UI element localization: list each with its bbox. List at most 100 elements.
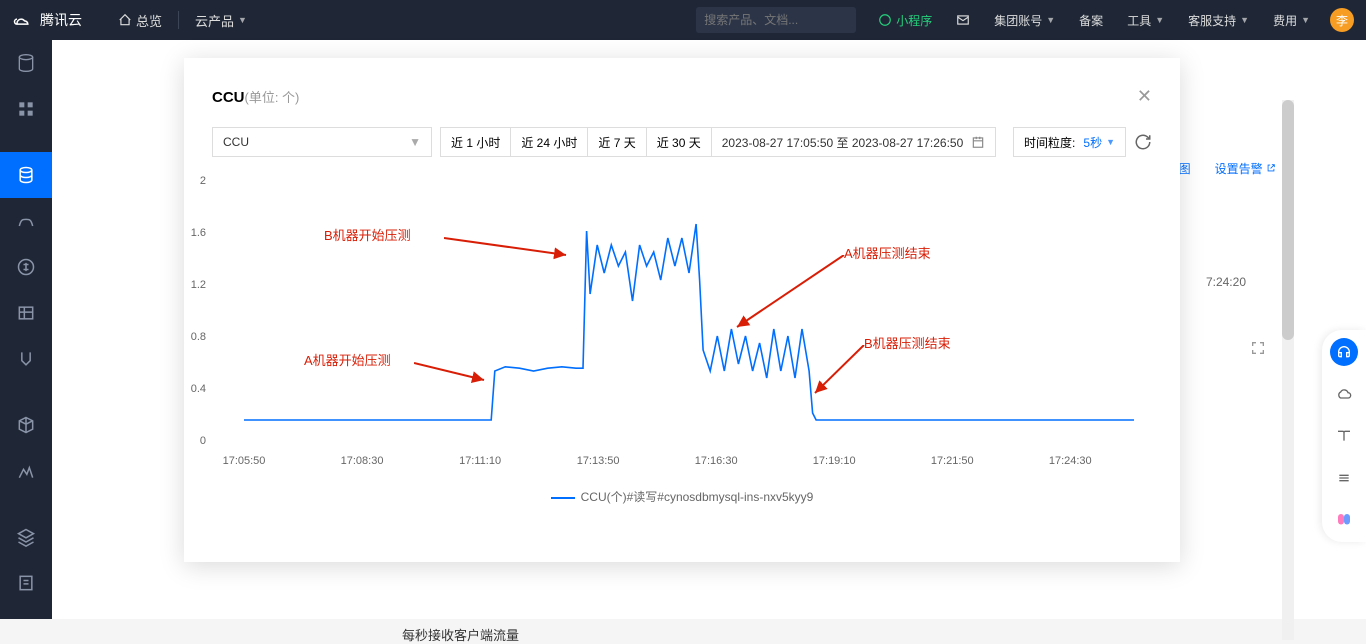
ccu-modal: CCU(单位: 个) ✕ CCU ▼ 近 1 小时 近 24 小时 近 7 天 … xyxy=(184,58,1180,562)
link-alarm-label: 设置告警 xyxy=(1215,162,1263,176)
legend-line-icon xyxy=(551,497,575,499)
range-24h[interactable]: 近 24 小时 xyxy=(511,128,588,156)
link-chart[interactable]: 图 xyxy=(1179,160,1191,177)
beian-label: 备案 xyxy=(1079,12,1103,29)
chart-plot xyxy=(244,175,1134,455)
search-box[interactable] xyxy=(696,7,856,33)
close-button[interactable]: ✕ xyxy=(1137,86,1152,107)
account-label: 集团账号 xyxy=(994,12,1042,29)
granularity-label: 时间粒度: xyxy=(1024,134,1075,151)
sidebar-layers-icon[interactable] xyxy=(0,514,52,560)
miniapp-icon xyxy=(878,13,892,27)
range-1h[interactable]: 近 1 小时 xyxy=(441,128,511,156)
chevron-down-icon: ▼ xyxy=(1301,15,1310,25)
x-tick: 17:16:30 xyxy=(695,455,738,467)
nav-products-label: 云产品 xyxy=(195,11,234,30)
sidebar-log-icon[interactable] xyxy=(0,560,52,606)
modal-title-main: CCU xyxy=(212,89,245,106)
range-button-group: 近 1 小时 近 24 小时 近 7 天 近 30 天 xyxy=(440,127,712,157)
sidebar-instance-icon[interactable] xyxy=(0,152,52,198)
y-tick: 0.8 xyxy=(191,331,206,343)
help-headset-icon[interactable] xyxy=(1330,338,1358,366)
y-tick: 0 xyxy=(200,435,206,447)
cloud-icon[interactable] xyxy=(1330,380,1358,408)
sidebar-db-icon[interactable] xyxy=(0,40,52,86)
modal-header: CCU(单位: 个) ✕ xyxy=(184,58,1180,115)
y-tick: 1.6 xyxy=(191,227,206,239)
support-link[interactable]: 客服支持 ▼ xyxy=(1178,12,1259,29)
external-link-icon xyxy=(1266,163,1276,173)
nav-overview-label: 总览 xyxy=(136,11,162,30)
range-30d[interactable]: 近 30 天 xyxy=(647,128,711,156)
tools-label: 工具 xyxy=(1127,12,1151,29)
nav-products[interactable]: 云产品 ▼ xyxy=(195,11,247,30)
tools-link[interactable]: 工具 ▼ xyxy=(1117,12,1174,29)
cost-label: 费用 xyxy=(1273,12,1297,29)
chevron-down-icon: ▼ xyxy=(409,135,421,149)
x-tick: 17:11:10 xyxy=(459,455,501,467)
granularity-value: 5秒 xyxy=(1083,134,1102,151)
chart-legend: CCU(个)#读写#cynosdbmysql-ins-nxv5kyy9 xyxy=(184,488,1180,505)
bg-row2-label: 每秒接收客户端流量 xyxy=(402,625,519,644)
brand-label: 腾讯云 xyxy=(40,10,82,30)
search-input[interactable] xyxy=(704,13,859,27)
refresh-icon[interactable] xyxy=(1134,133,1152,151)
chart-area: 2 1.6 1.2 0.8 0.4 0 17:05:50 17:08:30 17… xyxy=(184,165,1180,533)
sidebar-billing-icon[interactable] xyxy=(0,244,52,290)
chevron-down-icon: ▼ xyxy=(238,15,247,25)
sidebar-serverless-icon[interactable] xyxy=(0,198,52,244)
scrollbar-thumb[interactable] xyxy=(1282,100,1294,340)
mail-link[interactable] xyxy=(946,13,980,27)
metric-select-value: CCU xyxy=(223,135,249,149)
date-range-display[interactable]: 2023-08-27 17:05:50 至 2023-08-27 17:26:5… xyxy=(712,127,997,157)
legend-label: CCU(个)#读写#cynosdbmysql-ins-nxv5kyy9 xyxy=(581,490,814,504)
miniapp-link[interactable]: 小程序 xyxy=(868,12,942,29)
sidebar-perf-icon[interactable] xyxy=(0,448,52,494)
annot-b-start: B机器开始压测 xyxy=(324,225,411,244)
annot-b-end: B机器压测结束 xyxy=(864,333,951,352)
granularity-select[interactable]: 5秒 ▼ xyxy=(1083,134,1115,151)
timestamp-fragment: 7:24:20 xyxy=(1206,275,1246,289)
x-tick: 17:21:50 xyxy=(931,455,974,467)
date-range-text: 2023-08-27 17:05:50 至 2023-08-27 17:26:5… xyxy=(722,134,964,151)
nav-separator xyxy=(178,11,179,29)
account-link[interactable]: 集团账号▼ xyxy=(984,12,1065,29)
sidebar-table-icon[interactable] xyxy=(0,290,52,336)
book-icon[interactable] xyxy=(1330,422,1358,450)
cost-link[interactable]: 费用 ▼ xyxy=(1263,12,1320,29)
sidebar-sep xyxy=(0,132,52,152)
granularity-box: 时间粒度: 5秒 ▼ xyxy=(1013,127,1126,157)
miniapp-label: 小程序 xyxy=(896,12,932,29)
sidebar-cube-icon[interactable] xyxy=(0,402,52,448)
brain-icon[interactable] xyxy=(1330,506,1358,534)
x-tick: 17:05:50 xyxy=(223,455,266,467)
right-float-bar xyxy=(1322,330,1366,542)
annot-a-end: A机器压测结束 xyxy=(844,243,931,262)
x-tick: 17:08:30 xyxy=(341,455,384,467)
right-links: 图 设置告警 xyxy=(1179,160,1276,177)
avatar[interactable]: 李 xyxy=(1330,8,1354,32)
fullscreen-icon[interactable] xyxy=(1250,340,1266,361)
sidebar-grid-icon[interactable] xyxy=(0,86,52,132)
arrow-icon xyxy=(444,230,574,260)
x-tick: 17:13:50 xyxy=(577,455,620,467)
sidebar-migrate-icon[interactable] xyxy=(0,336,52,382)
sidebar-sep xyxy=(0,382,52,402)
calendar-icon xyxy=(971,135,985,149)
arrow-icon xyxy=(414,355,494,385)
metric-select[interactable]: CCU ▼ xyxy=(212,127,432,157)
y-tick: 2 xyxy=(200,175,206,187)
range-7d[interactable]: 近 7 天 xyxy=(588,128,646,156)
chevron-down-icon: ▼ xyxy=(1106,137,1115,147)
chevron-down-icon: ▼ xyxy=(1155,15,1164,25)
nav-overview[interactable]: 总览 xyxy=(118,11,162,30)
modal-title-unit: (单位: 个) xyxy=(245,90,300,105)
scrollbar-track[interactable] xyxy=(1282,100,1294,640)
menu-icon[interactable] xyxy=(1330,464,1358,492)
chevron-down-icon: ▼ xyxy=(1240,15,1249,25)
arrow-icon xyxy=(809,345,869,400)
top-right-nav: 小程序 集团账号▼ 备案 工具 ▼ 客服支持 ▼ 费用 ▼ 李 xyxy=(868,8,1354,32)
support-label: 客服支持 xyxy=(1188,12,1236,29)
link-alarm[interactable]: 设置告警 xyxy=(1215,160,1276,177)
beian-link[interactable]: 备案 xyxy=(1069,12,1113,29)
